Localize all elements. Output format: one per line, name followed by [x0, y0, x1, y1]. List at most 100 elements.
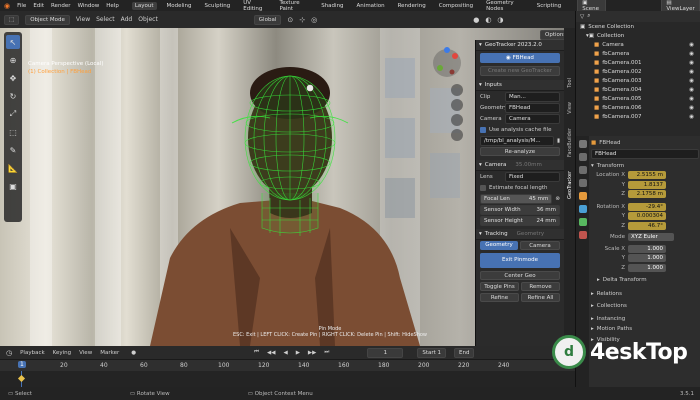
snap-icon[interactable]: ⊹ — [299, 16, 305, 24]
remove-pins-button[interactable]: Remove — [521, 282, 560, 291]
keyframe-marker[interactable] — [17, 374, 26, 383]
tab-rendering[interactable]: Rendering — [395, 2, 429, 10]
tab-geotracker[interactable]: GeoTracker — [567, 171, 573, 199]
camera-section[interactable]: ▾ Camera 35.00mm — [476, 160, 564, 171]
rotation-x-field[interactable]: -29.4° — [628, 202, 666, 211]
geotracker-header[interactable]: ▾ GeoTracker 2023.2.0 — [476, 40, 564, 51]
tracker-select-button[interactable]: ◉ FBHead — [480, 53, 560, 63]
filter-icon[interactable]: ▽ — [580, 14, 584, 20]
outliner-item[interactable]: fbCamera.004 — [602, 87, 641, 93]
annotate-tool-icon[interactable]: ✎ — [6, 143, 20, 157]
tracking-section[interactable]: ▾ Tracking Geometry — [476, 229, 564, 240]
shading-solid-icon[interactable]: ● — [473, 16, 479, 24]
move-tool-icon[interactable]: ✥ — [6, 71, 20, 85]
current-frame-field[interactable]: 1 — [367, 347, 404, 358]
delta-transform-label[interactable]: Delta Transform — [603, 277, 647, 283]
outliner-item[interactable]: fbCamera — [602, 51, 629, 57]
location-z-field[interactable]: 2.1758 m — [628, 190, 666, 199]
select-tool-icon[interactable]: ↖ — [6, 35, 20, 49]
eye-icon[interactable]: ◉ — [689, 69, 694, 75]
eye-icon[interactable]: ◉ — [689, 60, 694, 66]
tab-animation[interactable]: Animation — [354, 2, 388, 10]
view-menu[interactable]: View — [79, 350, 92, 356]
menu-select[interactable]: Select — [96, 16, 115, 23]
tab-shading[interactable]: Shading — [318, 2, 346, 10]
collapse-icon[interactable]: ▾ — [591, 163, 594, 169]
geometry-field[interactable]: FBHead — [505, 102, 560, 113]
mode-select[interactable]: Object Mode — [25, 14, 70, 25]
editor-type-icon[interactable]: ⬚ — [4, 14, 20, 25]
menu-edit[interactable]: Edit — [33, 3, 44, 9]
playback-menu[interactable]: Playback — [20, 350, 45, 356]
refine-all-button[interactable]: Refine All — [521, 293, 560, 302]
collapse-icon[interactable]: ▾ — [479, 231, 482, 237]
eye-icon[interactable]: ◉ — [689, 87, 694, 93]
eye-icon[interactable]: ◉ — [689, 78, 694, 84]
outliner-item[interactable]: fbCamera.006 — [602, 105, 641, 111]
data-props-icon[interactable] — [578, 218, 587, 226]
jump-end-icon[interactable]: ⏭ — [324, 349, 329, 356]
search-icon[interactable]: ⌕ — [587, 13, 590, 20]
tab-tool[interactable]: Tool — [567, 78, 573, 88]
location-x-field[interactable]: 2.5155 m — [628, 171, 666, 180]
eye-icon[interactable]: ◉ — [689, 51, 694, 57]
collapse-icon[interactable]: ▾ — [479, 42, 482, 48]
jump-start-icon[interactable]: ⏮ — [254, 349, 259, 356]
instancing-label[interactable]: Instancing — [597, 316, 626, 322]
cache-path-field[interactable]: /tmp/bl_analysis/M... — [480, 135, 554, 146]
keying-menu[interactable]: Keying — [53, 350, 71, 356]
center-geo-button[interactable]: Center Geo — [480, 271, 560, 280]
output-props-icon[interactable] — [578, 166, 587, 174]
modifier-props-icon[interactable] — [578, 205, 587, 213]
cursor-tool-icon[interactable]: ⊕ — [6, 53, 20, 67]
refine-button[interactable]: Refine — [480, 293, 519, 302]
expand-icon[interactable]: ▸ — [591, 291, 594, 297]
sensor-height-field[interactable]: Sensor Height 24 mm — [480, 215, 560, 226]
outliner-item[interactable]: fbCamera.007 — [602, 114, 641, 120]
marker-menu[interactable]: Marker — [100, 350, 119, 356]
collapse-icon[interactable]: ▾ — [479, 82, 482, 88]
shading-material-icon[interactable]: ◐ — [485, 16, 491, 24]
camera-field[interactable]: Camera — [505, 113, 560, 124]
folder-icon[interactable]: ▮ — [557, 138, 560, 144]
tab-sculpting[interactable]: Sculpting — [202, 2, 234, 10]
reset-icon[interactable]: ⊗ — [555, 196, 560, 202]
render-props-icon[interactable] — [578, 153, 587, 161]
start-frame-field[interactable]: Start 1 — [417, 347, 447, 358]
tab-scripting[interactable]: Scripting — [534, 2, 564, 10]
play-reverse-icon[interactable]: ◀ — [283, 350, 287, 356]
expand-icon[interactable]: ▸ — [591, 326, 594, 332]
outliner-item[interactable]: fbCamera.002 — [602, 69, 641, 75]
next-key-icon[interactable]: ▶▶ — [308, 350, 316, 356]
mode-geometry-button[interactable]: Geometry — [480, 241, 518, 250]
create-geotracker-button[interactable]: Create new GeoTracker — [480, 66, 560, 76]
shading-render-icon[interactable]: ◑ — [497, 16, 503, 24]
collections-label[interactable]: Collections — [597, 303, 627, 309]
outliner-item[interactable]: fbCamera.003 — [602, 78, 641, 84]
menu-add[interactable]: Add — [121, 16, 133, 23]
end-frame-field[interactable]: End — [454, 347, 475, 358]
orientation-select[interactable]: Global — [253, 14, 282, 25]
cache-checkbox[interactable] — [480, 126, 486, 133]
eye-icon[interactable]: ◉ — [689, 105, 694, 111]
scale-z-field[interactable]: 1.000 — [628, 263, 666, 272]
menu-view[interactable]: View — [76, 16, 90, 23]
material-props-icon[interactable] — [578, 231, 587, 239]
scale-x-field[interactable]: 1.000 — [628, 244, 666, 253]
exit-pinmode-button[interactable]: Exit Pinmode — [480, 253, 560, 268]
location-y-field[interactable]: 1.8137 — [628, 180, 666, 189]
eye-icon[interactable]: ◉ — [689, 114, 694, 120]
clip-field[interactable]: Man... — [505, 91, 560, 102]
eye-icon[interactable]: ◉ — [689, 42, 694, 48]
tab-layout[interactable]: Layout — [131, 1, 157, 10]
outliner-item[interactable]: fbCamera.005 — [602, 96, 641, 102]
tab-facebuilder[interactable]: FaceBuilder — [567, 128, 573, 157]
collection-label[interactable]: Collection — [597, 33, 624, 39]
proportional-icon[interactable]: ◎ — [311, 16, 317, 24]
scale-y-field[interactable]: 1.000 — [628, 254, 666, 263]
expand-icon[interactable]: ▸ — [591, 303, 594, 309]
play-icon[interactable]: ▶ — [296, 350, 300, 356]
measure-tool-icon[interactable]: 📐 — [6, 161, 20, 175]
mode-camera-button[interactable]: Camera — [520, 241, 560, 250]
pivot-icon[interactable]: ⊙ — [287, 16, 293, 24]
